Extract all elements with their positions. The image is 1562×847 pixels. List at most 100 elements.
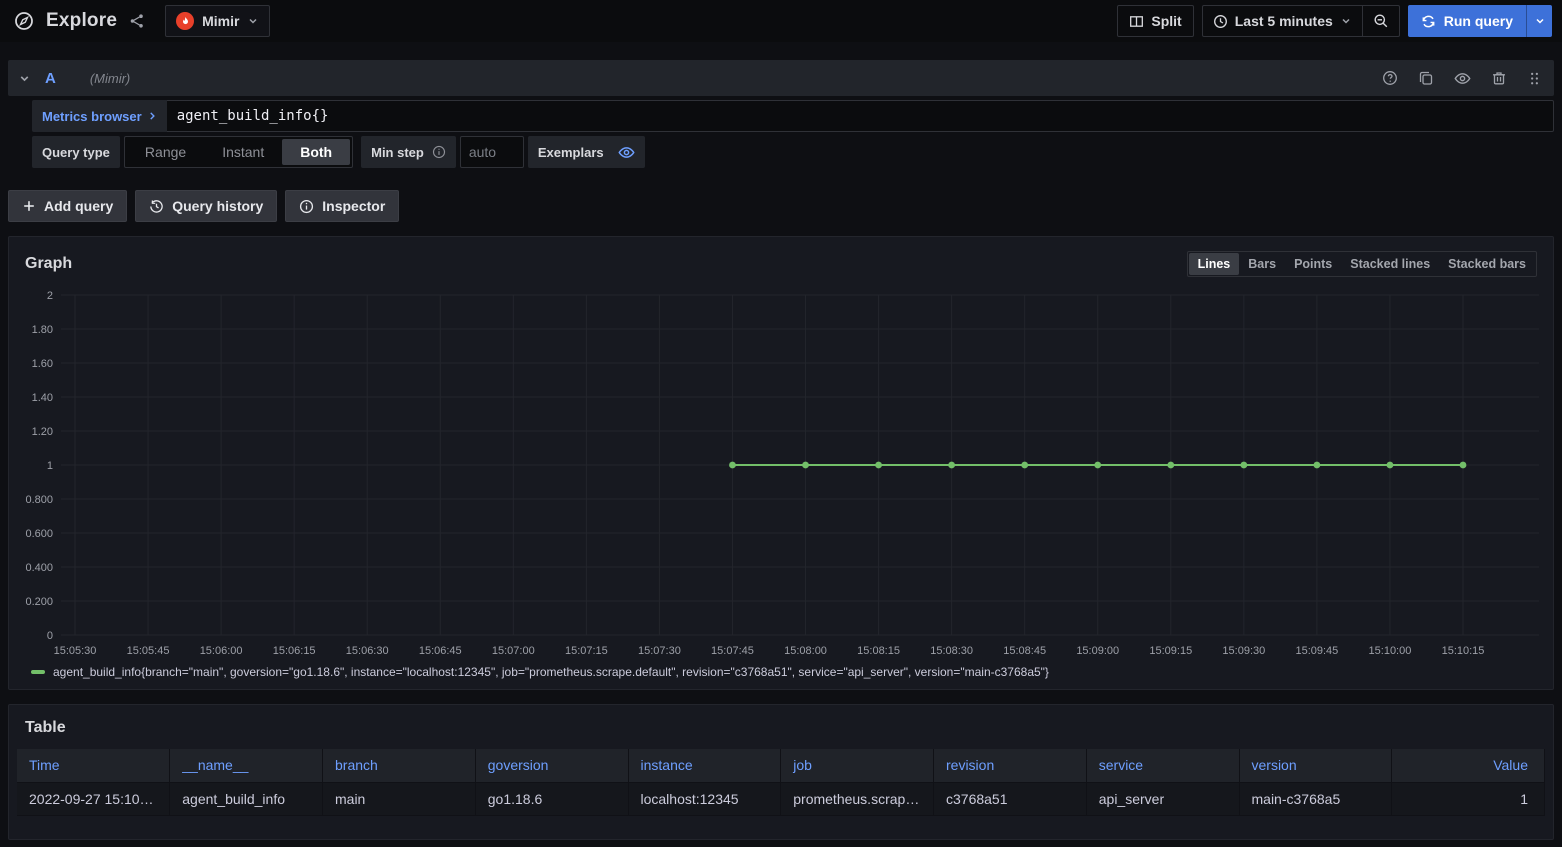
metrics-browser-label: Metrics browser [42,109,142,124]
graph-mode-stacked-lines[interactable]: Stacked lines [1341,253,1439,275]
x-axis-tick: 15:09:15 [1149,645,1192,657]
time-picker-group: Last 5 minutes [1202,5,1400,37]
explore-compass-icon [10,7,38,35]
series-point[interactable] [1240,462,1247,469]
graph-panel: Graph LinesBarsPointsStacked linesStacke… [8,236,1554,690]
graph-panel-title: Graph [25,255,72,273]
graph-mode-stacked-bars[interactable]: Stacked bars [1439,253,1535,275]
graph-mode-bars[interactable]: Bars [1239,253,1285,275]
split-button[interactable]: Split [1117,5,1193,37]
column-header-goversion[interactable]: goversion [475,749,628,782]
delete-query-icon[interactable] [1489,68,1509,88]
x-axis-tick: 15:10:15 [1442,645,1485,657]
table-cell: main-c3768a5 [1239,782,1392,815]
x-axis-tick: 15:08:45 [1003,645,1046,657]
min-step-input[interactable] [460,136,524,168]
series-point[interactable] [875,462,882,469]
exemplars-eye-icon[interactable] [618,144,635,161]
collapse-query-icon[interactable] [18,72,31,85]
zoom-out-icon [1373,13,1389,29]
series-point[interactable] [1387,462,1394,469]
chevron-down-icon [247,15,259,27]
series-point[interactable] [1460,462,1467,469]
info-circle-icon [299,199,314,214]
column-header-revision[interactable]: revision [934,749,1087,782]
x-axis-tick: 15:09:45 [1295,645,1338,657]
datasource-picker[interactable]: Mimir [165,5,270,37]
y-axis-tick: 0.200 [25,596,53,608]
x-axis-tick: 15:06:45 [419,645,462,657]
top-navbar: Explore Mimir [0,0,1562,42]
query-ref-id[interactable]: A [45,70,56,87]
run-query-split-button: Run query [1408,5,1552,37]
duplicate-query-icon[interactable] [1416,68,1436,88]
column-header-instance[interactable]: instance [628,749,781,782]
series-point[interactable] [1313,462,1320,469]
query-history-button[interactable]: Query history [135,190,277,222]
min-step-label-text: Min step [371,145,424,160]
chevron-right-icon [147,111,157,121]
table-cell: localhost:12345 [628,782,781,815]
y-axis-tick: 1.60 [32,358,53,370]
zoom-out-button[interactable] [1363,6,1399,36]
time-range-picker[interactable]: Last 5 minutes [1203,6,1362,36]
column-header-service[interactable]: service [1086,749,1239,782]
mimir-logo-icon [176,12,194,30]
x-axis-tick: 15:06:00 [200,645,243,657]
query-type-option-instant[interactable]: Instant [204,139,282,165]
run-query-label: Run query [1444,13,1513,29]
metrics-browser-button[interactable]: Metrics browser [32,100,167,132]
column-header-name[interactable]: __name__ [170,749,323,782]
drag-handle-icon[interactable] [1525,69,1544,88]
query-help-icon[interactable] [1380,68,1400,88]
table-cell: 1 [1392,782,1545,815]
table-cell: go1.18.6 [475,782,628,815]
x-axis-tick: 15:06:30 [346,645,389,657]
toggle-query-visibility-icon[interactable] [1452,68,1473,89]
inspector-button[interactable]: Inspector [285,190,399,222]
x-axis-tick: 15:07:45 [711,645,754,657]
line-chart[interactable]: 21.801.601.401.2010.8000.6000.4000.20001… [17,287,1545,661]
time-range-label: Last 5 minutes [1235,13,1333,29]
x-axis-tick: 15:05:30 [54,645,97,657]
exemplars-label: Exemplars [538,145,604,160]
table-header-row: Time__name__branchgoversioninstancejobre… [17,749,1545,782]
table-cell: prometheus.scrape.default [781,782,934,815]
run-query-dropdown-caret[interactable] [1526,5,1552,37]
query-type-group: RangeInstantBoth [124,136,353,168]
series-point[interactable] [948,462,955,469]
y-axis-tick: 1.80 [32,324,53,336]
series-point[interactable] [729,462,736,469]
column-header-job[interactable]: job [781,749,934,782]
page-title: Explore [46,10,117,32]
exemplars-toggle[interactable]: Exemplars [528,136,645,168]
column-header-time[interactable]: Time [17,749,170,782]
column-header-branch[interactable]: branch [323,749,476,782]
column-header-value[interactable]: Value [1392,749,1545,782]
x-axis-tick: 15:07:15 [565,645,608,657]
legend-series-label[interactable]: agent_build_info{branch="main", goversio… [53,665,1049,679]
run-query-button[interactable]: Run query [1408,5,1526,37]
add-query-button[interactable]: Add query [8,190,127,222]
series-point[interactable] [802,462,809,469]
y-axis-tick: 1 [47,460,53,472]
chart-legend: agent_build_info{branch="main", goversio… [31,665,1545,679]
series-point[interactable] [1167,462,1174,469]
y-axis-tick: 1.20 [32,426,53,438]
x-axis-tick: 15:05:45 [127,645,170,657]
graph-mode-points[interactable]: Points [1285,253,1341,275]
x-axis-tick: 15:08:15 [857,645,900,657]
series-point[interactable] [1094,462,1101,469]
y-axis-tick: 0.400 [25,562,53,574]
query-expression-input[interactable] [167,100,1554,132]
query-type-option-both[interactable]: Both [282,139,350,165]
clock-icon [1213,14,1228,29]
column-header-version[interactable]: version [1239,749,1392,782]
chart-svg[interactable]: 21.801.601.401.2010.8000.6000.4000.20001… [17,287,1545,661]
series-point[interactable] [1021,462,1028,469]
query-datasource-hint: (Mimir) [90,71,130,86]
graph-mode-lines[interactable]: Lines [1189,253,1240,275]
query-type-option-range[interactable]: Range [127,139,204,165]
plus-icon [22,199,36,213]
share-icon[interactable] [125,9,149,33]
